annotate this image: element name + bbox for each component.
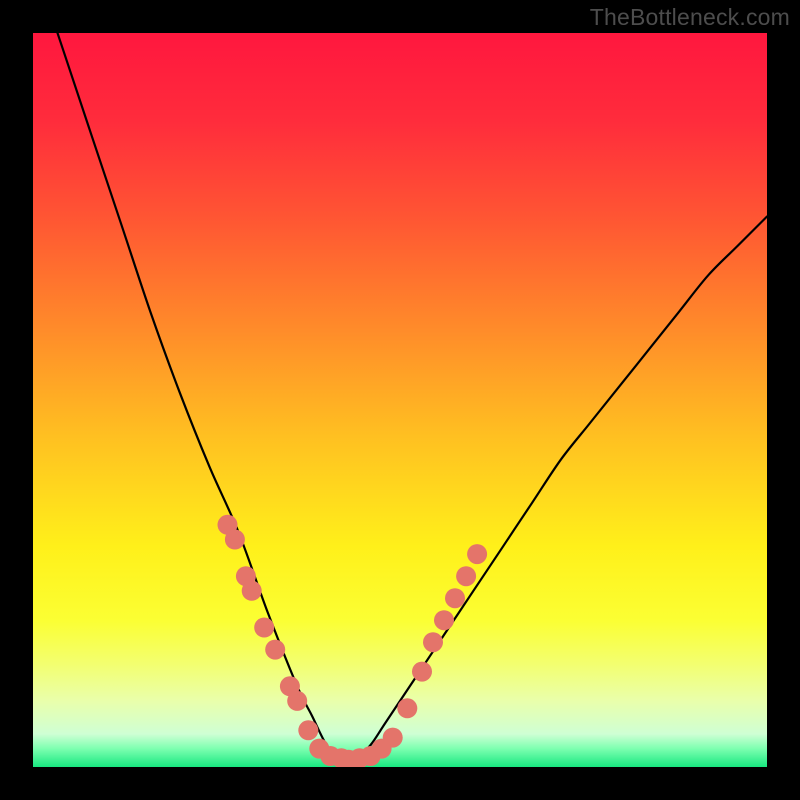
scatter-point xyxy=(423,632,443,652)
plot-area xyxy=(33,33,767,767)
scatter-point xyxy=(412,662,432,682)
chart-frame: TheBottleneck.com xyxy=(0,0,800,800)
scatter-point xyxy=(383,728,403,748)
scatter-point xyxy=(298,720,318,740)
chart-svg xyxy=(33,33,767,767)
scatter-point xyxy=(287,691,307,711)
scatter-point xyxy=(467,544,487,564)
scatter-point xyxy=(254,618,274,638)
watermark-text: TheBottleneck.com xyxy=(590,4,790,31)
gradient-background xyxy=(33,33,767,767)
scatter-point xyxy=(242,581,262,601)
scatter-point xyxy=(225,530,245,550)
scatter-point xyxy=(265,640,285,660)
scatter-point xyxy=(434,610,454,630)
scatter-point xyxy=(397,698,417,718)
scatter-point xyxy=(445,588,465,608)
scatter-point xyxy=(456,566,476,586)
